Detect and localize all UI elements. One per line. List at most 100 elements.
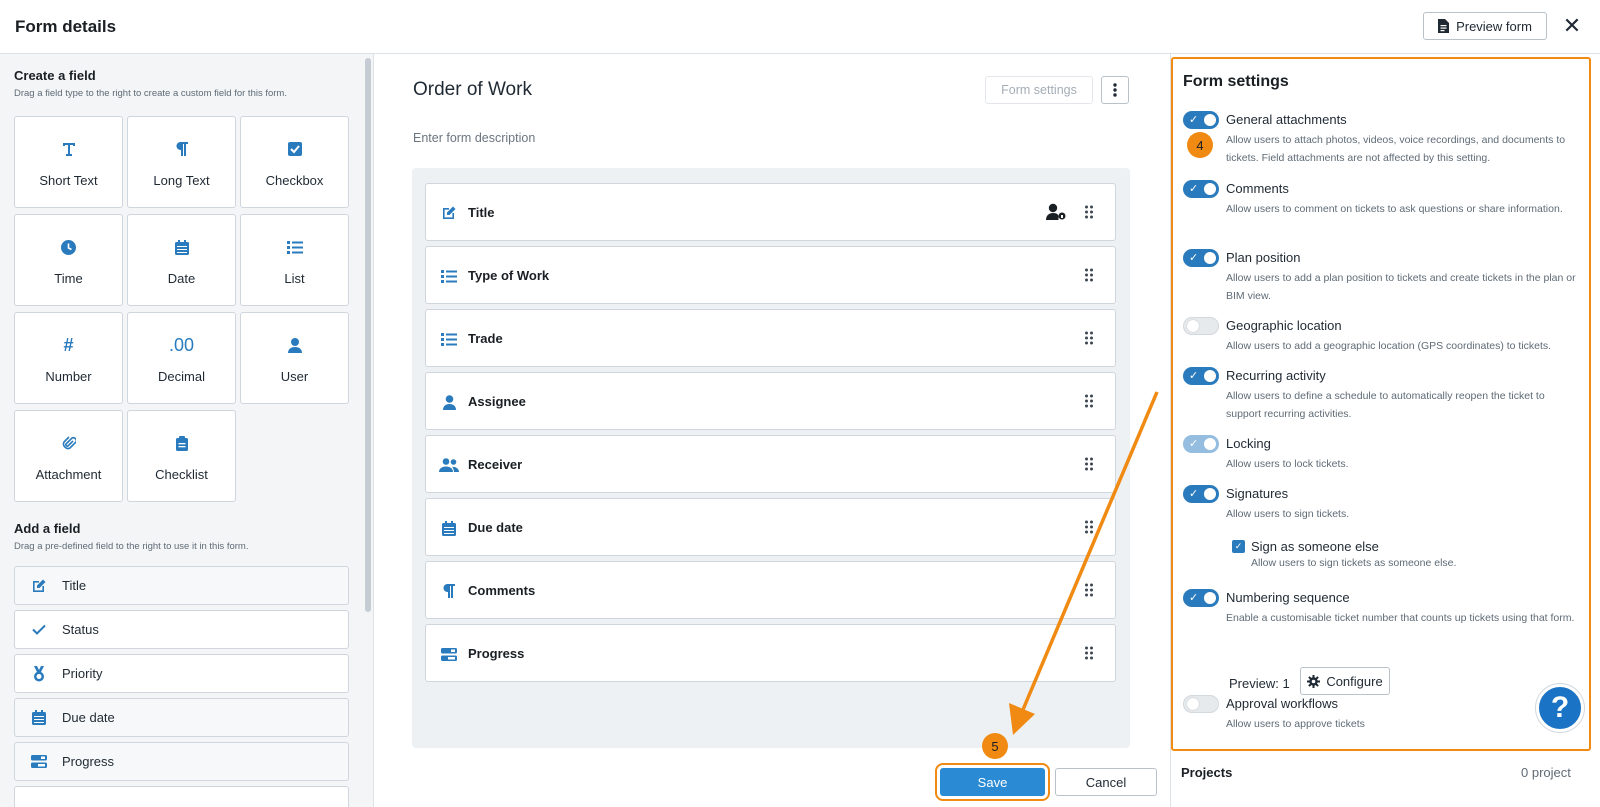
form-field-label: Receiver [468, 457, 523, 472]
drag-handle-icon[interactable] [1085, 205, 1093, 224]
setting-name: General attachments [1226, 112, 1347, 127]
form-field-type-of-work[interactable]: Type of Work [425, 246, 1116, 304]
text-icon [61, 139, 77, 159]
form-field-label: Type of Work [468, 268, 550, 283]
add-field-heading: Add a field [14, 521, 81, 536]
save-button[interactable]: Save [935, 763, 1050, 801]
cancel-button[interactable]: Cancel [1055, 768, 1157, 796]
checkbox-icon [287, 139, 302, 159]
sign-as-someone-else-checkbox[interactable]: ✓ [1232, 540, 1245, 553]
predefined-field-progress[interactable]: Progress [14, 742, 349, 781]
projects-heading: Projects [1181, 765, 1233, 780]
field-type-user[interactable]: User [240, 312, 349, 404]
edit-icon [29, 578, 49, 594]
form-field-comments[interactable]: Comments [425, 561, 1116, 619]
field-type-label: List [284, 271, 305, 286]
field-type-long-text[interactable]: Long Text [127, 116, 236, 208]
user-lock-icon[interactable] [1046, 203, 1066, 226]
preview-form-label: Preview form [1456, 18, 1532, 34]
predefined-field-label: Status [62, 622, 99, 637]
field-type-list[interactable]: List [240, 214, 349, 306]
general-attachments-toggle[interactable]: ✓ [1183, 111, 1219, 129]
projects-count: 0 project [1521, 765, 1571, 780]
form-name-input[interactable]: Order of Work [413, 79, 532, 101]
medal-icon [29, 665, 49, 682]
setting-name: Signatures [1226, 486, 1289, 501]
form-field-progress[interactable]: Progress [425, 624, 1116, 682]
configure-label: Configure [1326, 673, 1383, 689]
signatures-toggle[interactable]: ✓ [1183, 485, 1219, 503]
form-field-title[interactable]: Title [425, 183, 1116, 241]
field-type-attachment[interactable]: Attachment [14, 410, 123, 502]
predefined-field-priority[interactable]: Priority [14, 654, 349, 693]
drag-handle-icon[interactable] [1085, 520, 1093, 539]
form-field-label: Due date [468, 520, 523, 535]
comments-toggle[interactable]: ✓ [1183, 180, 1219, 198]
add-field-subtitle: Drag a pre-defined field to the right to… [14, 541, 249, 552]
check-icon: ✓ [1189, 438, 1199, 450]
close-icon[interactable]: ✕ [1562, 14, 1582, 38]
field-type-short-text[interactable]: Short Text [14, 116, 123, 208]
predefined-field-due-date[interactable]: Due date [14, 698, 349, 737]
setting-description: Allow users to comment on tickets to ask… [1226, 203, 1563, 215]
field-type-checklist[interactable]: Checklist [127, 410, 236, 502]
locking-toggle[interactable]: ✓ [1183, 435, 1219, 453]
field-type-time[interactable]: Time [14, 214, 123, 306]
setting-name: Recurring activity [1226, 368, 1326, 383]
field-type-label: Number [45, 369, 92, 384]
setting-description: Allow users to define a schedule to auto… [1226, 390, 1545, 420]
drag-handle-icon[interactable] [1085, 457, 1093, 476]
field-type-label: Long Text [153, 173, 210, 188]
predefined-field-label: Progress [62, 754, 115, 769]
drag-handle-icon[interactable] [1085, 268, 1093, 287]
clock-icon [61, 237, 76, 257]
user-icon [439, 392, 459, 412]
drag-handle-icon[interactable] [1085, 331, 1093, 350]
form-description-input[interactable]: Enter form description [413, 131, 535, 145]
setting-description: Allow users to add a geographic location… [1226, 340, 1552, 352]
field-type-label: Time [54, 271, 83, 286]
form-field-label: Assignee [468, 394, 526, 409]
paragraph-icon [175, 139, 189, 159]
check-icon: ✓ [1189, 114, 1199, 126]
predefined-field-title[interactable]: Title [14, 566, 349, 605]
check-icon: ✓ [1189, 488, 1199, 500]
field-type-label: Checklist [155, 467, 208, 482]
drag-handle-icon[interactable] [1085, 583, 1093, 602]
decimal-icon: .00 [168, 334, 195, 355]
progress-icon [29, 755, 49, 768]
field-type-label: Date [167, 271, 196, 286]
numbering-sequence-toggle[interactable]: ✓ [1183, 589, 1219, 607]
drag-handle-icon[interactable] [1085, 394, 1093, 413]
field-type-number[interactable]: # Number [14, 312, 123, 404]
recurring-activity-toggle[interactable]: ✓ [1183, 367, 1219, 385]
form-field-trade[interactable]: Trade [425, 309, 1116, 367]
setting-description: Allow users to approve tickets [1226, 718, 1365, 730]
left-panel-scrollbar[interactable] [365, 58, 371, 612]
approval-workflows-toggle[interactable] [1183, 695, 1219, 713]
form-settings-button[interactable]: Form settings [985, 76, 1093, 104]
check-icon: ✓ [1189, 252, 1199, 264]
predefined-field-partial[interactable] [14, 786, 349, 807]
form-settings-heading: Form settings [1183, 73, 1289, 90]
more-options-button[interactable] [1101, 76, 1129, 104]
setting-name: Approval workflows [1226, 696, 1338, 711]
form-field-receiver[interactable]: Receiver [425, 435, 1116, 493]
field-type-checkbox[interactable]: Checkbox [240, 116, 349, 208]
preview-form-button[interactable]: Preview form [1423, 12, 1547, 40]
progress-icon [439, 644, 459, 664]
geographic-location-toggle[interactable] [1183, 317, 1219, 335]
kebab-icon [1113, 83, 1117, 97]
form-field-label: Title [468, 205, 495, 220]
plan-position-toggle[interactable]: ✓ [1183, 249, 1219, 267]
form-field-due-date[interactable]: Due date [425, 498, 1116, 556]
predefined-field-status[interactable]: Status [14, 610, 349, 649]
field-type-decimal[interactable]: .00 Decimal [127, 312, 236, 404]
configure-button[interactable]: Configure [1300, 667, 1390, 695]
field-type-date[interactable]: Date [127, 214, 236, 306]
list-icon [439, 329, 459, 349]
setting-name: Locking [1226, 436, 1271, 451]
drag-handle-icon[interactable] [1085, 646, 1093, 665]
help-button[interactable]: ? [1536, 684, 1584, 732]
form-field-assignee[interactable]: Assignee [425, 372, 1116, 430]
